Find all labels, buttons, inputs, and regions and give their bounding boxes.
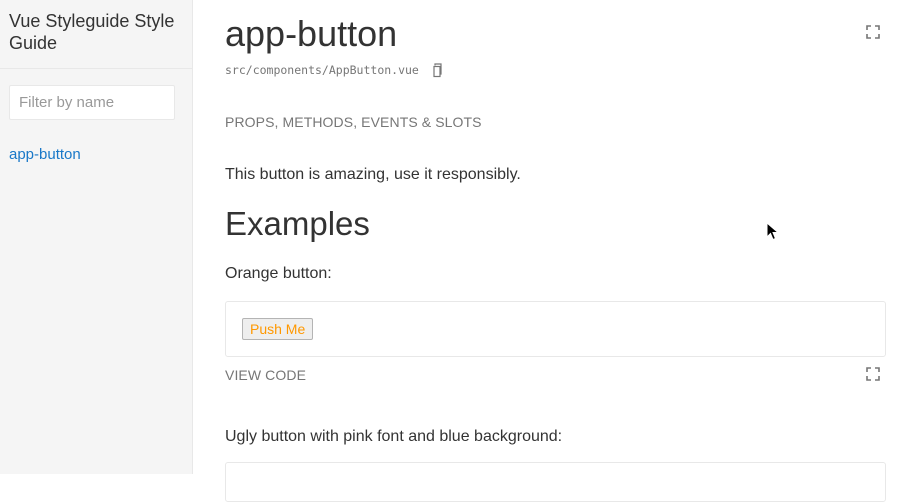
styleguide-title: Vue Styleguide Style Guide (9, 11, 175, 53)
sidebar-item-app-button[interactable]: app-button (9, 146, 81, 164)
push-me-button[interactable]: Push Me (242, 318, 314, 340)
copy-icon[interactable] (432, 63, 445, 78)
example-preview: Push Me (225, 301, 886, 357)
sidebar: Vue Styleguide Style Guide app-button (0, 0, 193, 474)
props-methods-events-slots-tab[interactable]: PROPS, METHODS, EVENTS & SLOTS (225, 114, 482, 131)
fullscreen-icon[interactable] (866, 367, 880, 381)
component-path: src/components/AppButton.vue (225, 63, 419, 77)
example-preview (225, 462, 886, 502)
mouse-pointer-icon (766, 221, 780, 241)
sidebar-divider (0, 68, 192, 69)
fullscreen-icon[interactable] (866, 25, 880, 39)
examples-heading: Examples (225, 205, 370, 242)
example-description: Ugly button with pink font and blue back… (225, 428, 563, 445)
view-code-button[interactable]: VIEW CODE (225, 367, 306, 384)
filter-input[interactable] (9, 85, 175, 120)
example-description: Orange button: (225, 265, 332, 282)
component-title: app-button (225, 13, 398, 54)
main-content: app-button src/components/AppButton.vue … (193, 0, 902, 502)
component-description: This button is amazing, use it responsib… (225, 166, 521, 183)
